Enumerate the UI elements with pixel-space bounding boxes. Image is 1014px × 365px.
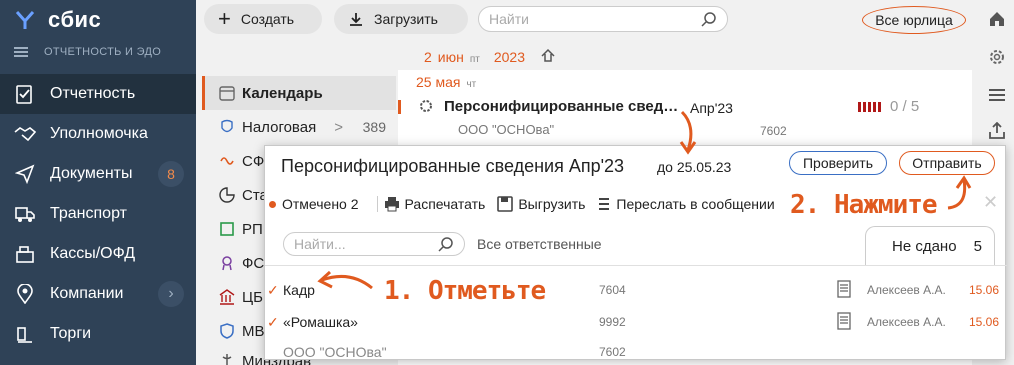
create-button[interactable]: + Создать [204, 4, 322, 34]
plus-icon: + [218, 6, 231, 31]
gear-icon[interactable] [986, 46, 1008, 68]
row-marker [398, 100, 401, 114]
location-icon [14, 283, 36, 305]
marked-dot-icon [269, 200, 276, 208]
check-button[interactable]: Проверить [789, 151, 887, 175]
expand-arrow[interactable]: > [334, 119, 343, 136]
leaf-icon [218, 220, 236, 238]
stats-icon [218, 186, 236, 204]
table-row[interactable]: ✓ «Ромашка» 9992 Алексеев А.А. 15.06 [265, 306, 1007, 340]
marked-count[interactable]: Отмечено 2 [282, 196, 359, 212]
annotation-step2: 2. Нажмите [790, 190, 938, 220]
sbis-logo-icon [15, 11, 35, 29]
truck-icon [14, 203, 36, 225]
legal-entities-filter[interactable]: Все юрлица [862, 6, 966, 34]
export-button[interactable]: Выгрузить [497, 196, 585, 212]
document-icon[interactable] [837, 280, 851, 298]
cash-register-icon [14, 243, 36, 265]
popup-due-date: до 25.05.23 [657, 159, 732, 175]
section-title: ОТЧЕТНОСТЬ И ЭДО [14, 46, 161, 58]
report-row[interactable]: Персонифицированные свед… Апр'23 0 / 5 О… [398, 96, 972, 140]
checkbox[interactable]: ✓ [267, 314, 279, 331]
upload-icon [348, 11, 364, 27]
nav-item-documents[interactable]: Документы 8 [0, 154, 196, 194]
table-row[interactable]: ООО "ОСНОва" 7602 [265, 336, 1007, 365]
report-code: 7602 [760, 124, 787, 138]
app-logo[interactable]: сбис [14, 6, 101, 34]
nav-item-transport[interactable]: Транспорт [0, 194, 196, 234]
handshake-icon [14, 123, 36, 145]
tax-icon [218, 118, 236, 136]
share-icon[interactable] [986, 120, 1008, 142]
print-button[interactable]: Распечатать [384, 196, 485, 212]
search-input[interactable]: Найти [478, 6, 728, 32]
sfr-icon [218, 152, 236, 170]
list-icon[interactable] [986, 84, 1008, 106]
annotation-step1: 1. Отметьте [384, 276, 546, 306]
document-icon[interactable] [837, 312, 851, 330]
save-icon [497, 196, 514, 212]
bank-icon [218, 288, 236, 306]
category-tax[interactable]: Налоговая > 389 [202, 110, 396, 144]
calendar-icon [218, 84, 236, 102]
group-date: 25 мая чт [416, 74, 477, 90]
close-icon[interactable]: ✕ [983, 192, 998, 213]
search-icon[interactable] [438, 236, 454, 252]
popup-search-input[interactable]: Найти... [283, 232, 465, 256]
gear-icon [418, 98, 434, 114]
table-row[interactable]: ✓ Кадр 7604 Алексеев А.А. 15.06 [265, 274, 1007, 308]
report-icon [14, 83, 36, 105]
go-top-icon[interactable] [541, 48, 555, 62]
auction-icon [14, 323, 36, 345]
search-icon[interactable] [701, 11, 717, 27]
report-popup: Персонифицированные сведения Апр'23 до 2… [264, 145, 1007, 360]
progress-bars [858, 102, 881, 112]
shield-icon [218, 322, 236, 340]
documents-count-badge: 8 [158, 161, 184, 187]
report-period: Апр'23 [690, 100, 733, 116]
fss-icon [218, 254, 236, 272]
send-icon [14, 163, 36, 185]
health-icon [218, 352, 236, 365]
printer-icon [384, 196, 400, 212]
send-button[interactable]: Отправить [899, 151, 995, 175]
nav-item-tenders[interactable]: Торги [0, 314, 196, 354]
checkbox[interactable]: ✓ [267, 282, 279, 299]
chevron-right-icon[interactable]: › [158, 281, 184, 307]
nav-item-cash-registers[interactable]: Кассы/ОФД [0, 234, 196, 274]
nav-item-companies[interactable]: Компании › [0, 274, 196, 314]
date-bar: 2 июн пт 2023 [424, 48, 555, 65]
left-nav: сбис ОТЧЕТНОСТЬ И ЭДО Отчетность Уполном… [0, 0, 196, 365]
category-calendar[interactable]: Календарь [202, 76, 396, 110]
upload-button[interactable]: Загрузить [334, 4, 468, 34]
home-icon[interactable] [986, 8, 1008, 30]
forward-icon [597, 196, 611, 212]
responsible-filter[interactable]: Все ответственные [477, 236, 602, 252]
app-name: сбис [48, 7, 102, 32]
report-score: 0 / 5 [890, 98, 920, 115]
menu-icon[interactable] [14, 47, 28, 57]
report-org: ООО "ОСНОва" [458, 122, 555, 137]
nav-item-authority[interactable]: Уполномочка [0, 114, 196, 154]
nav-item-reporting[interactable]: Отчетность [0, 74, 196, 114]
forward-button[interactable]: Переслать в сообщении [597, 196, 775, 212]
report-title: Персонифицированные свед… [444, 98, 679, 115]
popup-title: Персонифицированные сведения Апр'23 [281, 156, 625, 176]
tab-not-submitted[interactable]: Не сдано 5 [865, 226, 995, 266]
